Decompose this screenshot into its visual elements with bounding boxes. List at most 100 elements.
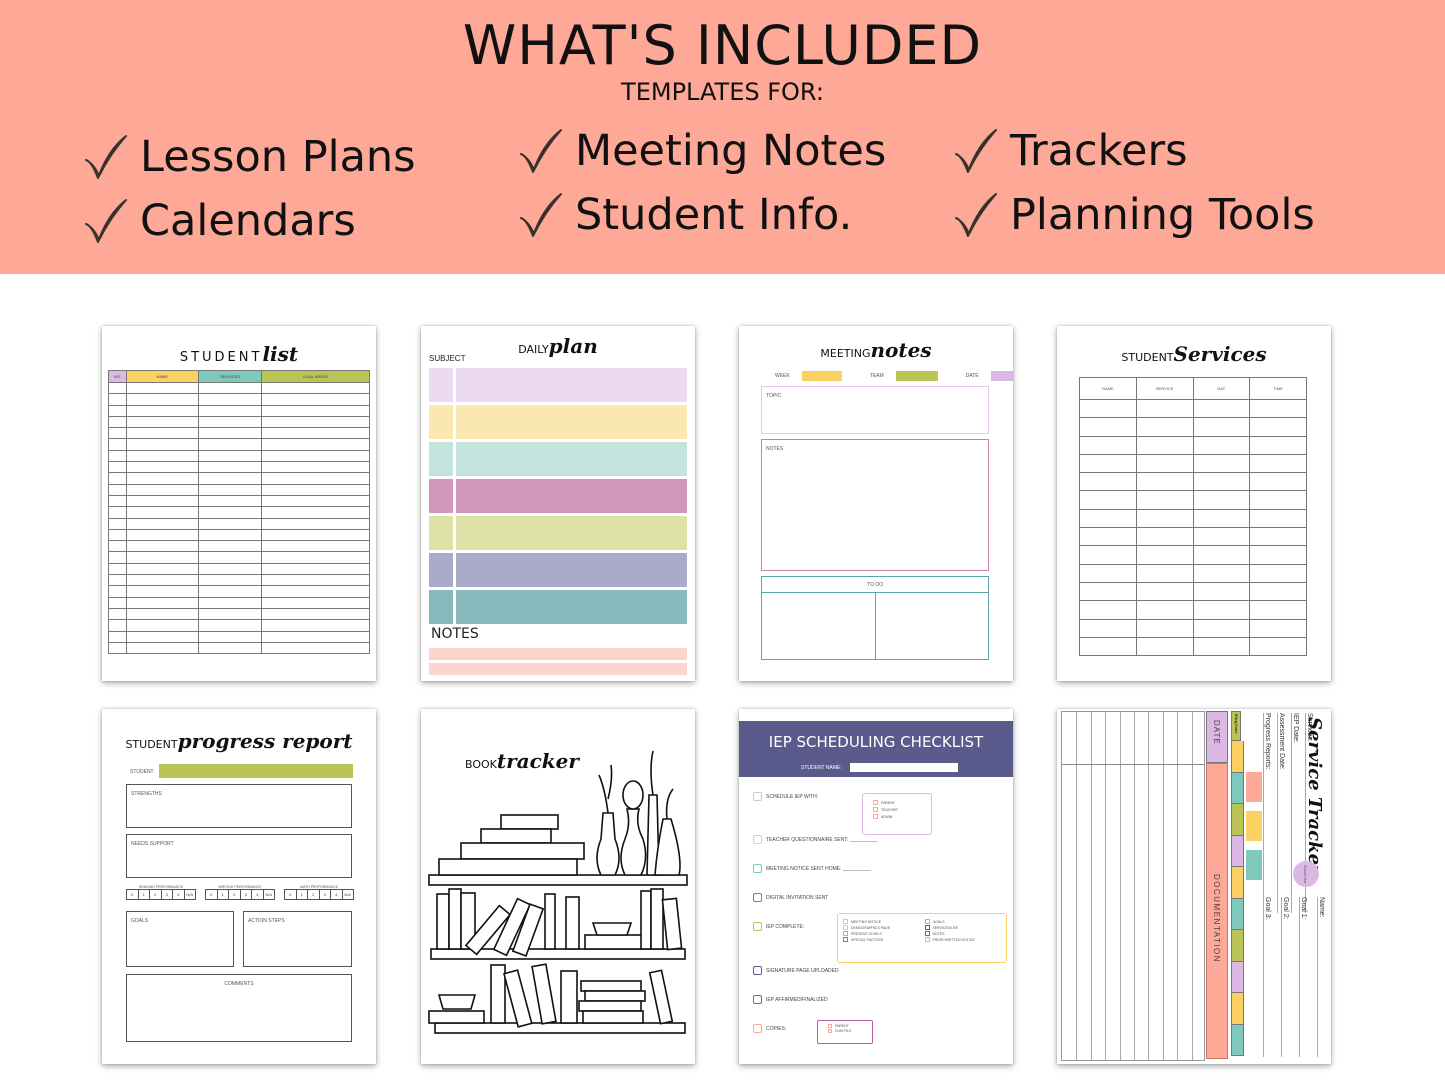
checklist-item: IEP AFFIRMED/FINALIZED [753,995,828,1004]
checkbox [828,1029,832,1033]
book [436,893,450,950]
copy-label: CUM FILE [835,1029,852,1033]
table-cell [261,506,370,519]
table-cell [1249,508,1307,529]
option-label: ADMIN [881,814,893,819]
book [503,969,533,1028]
todo-divider [875,593,876,659]
table-cell [108,641,127,655]
strengths-box: STRENGTHS [126,784,352,828]
feature-item: Student Info. [517,190,852,240]
title-print: DAILY [518,343,549,356]
table-row [108,415,370,429]
subject-cell [429,590,453,624]
checkbox [843,919,848,924]
scale-boxes: 0 1 2 3 4 N/A [205,889,275,900]
copies-box: PARENT CUM FILE [817,1020,873,1044]
iep-complete-box: MEETING NOTICE GOALS DEMOGRAPHICS PAGE SERV… [837,913,1007,963]
strip-cell [1231,867,1244,899]
part-label: DEMOGRAPHICS PAGE [851,925,891,930]
checklist-item: SIGNATURE PAGE UPLOADED [753,966,839,975]
iep-part: DEMOGRAPHICS PAGE [843,925,925,930]
meeting-fields: WEEK TEAM DATE [775,371,1013,381]
scale-option: N/A [183,890,196,899]
table-cell [1135,527,1194,547]
table-row [108,494,370,508]
week-label: WEEK [775,373,790,379]
scale-option: 0 [289,892,292,897]
scale-option: 2 [149,890,161,899]
plan-cell [456,516,687,550]
table-cell [1249,527,1307,547]
part-label: SPECIAL FACTORS [851,937,884,942]
table-cell [125,506,199,519]
table-row [1079,563,1307,583]
action-steps-box: ACTION STEPS [243,911,352,967]
table-cell [1079,398,1137,419]
template-meeting-notes: MEETINGnotes WEEK TEAM DATE TOPIC NOTES … [739,326,1013,681]
checkbox [924,937,930,942]
subject-cell [429,479,453,513]
table-cell [108,381,127,395]
progress-report-swatches [1246,772,1262,889]
book [584,990,646,1002]
student-label: STUDENT [130,769,154,775]
table-cell [108,393,127,406]
table-cell [125,540,199,553]
table-row [1079,636,1307,657]
table-cell [125,472,199,485]
table-cell [197,528,263,542]
table-row [108,517,370,530]
tracker-field: Assessment Date: [1277,713,1285,913]
table-cell [197,449,263,463]
tracker-title: Service Tracker [1304,717,1325,875]
scale-option: N/A [341,890,354,899]
table-cell [261,461,370,474]
notes-box: NOTES [761,439,989,571]
plan-cell [456,405,687,439]
tracker-field: Goal 1: [1299,897,1307,1057]
subject-cell [429,405,453,439]
table-cell [1249,417,1307,437]
report-swatch [1246,811,1262,841]
feature-item: Meeting Notes [517,126,886,176]
table-cell [108,404,127,417]
title-print: STUDENT [179,350,263,365]
table-cell [125,607,199,621]
table-cell [197,551,263,564]
table-cell [1079,472,1137,492]
checkbox [753,966,762,975]
plan-cell [456,368,687,402]
table-row [1079,398,1307,419]
strip-cell [1231,898,1244,930]
checkbox [753,835,762,844]
vase [620,808,647,876]
checkbox [753,893,762,902]
table-cell [1135,417,1194,437]
table-cell [197,630,263,643]
scale-option: 4 [330,890,342,899]
scale-option: 3 [318,890,331,899]
table-cell [1192,472,1251,492]
table-cell [1135,581,1194,602]
todo-box: TO DO [761,576,989,660]
template-daily-plan: DAILYplan SUBJECT NOTES [421,326,695,681]
title-script: progress report [177,729,353,753]
school-year-badge: School Year [1293,861,1319,887]
table-cell [1135,398,1194,419]
checkbox [924,931,930,936]
table-row [108,585,370,598]
comments-box: COMMENTS [126,974,352,1042]
table-cell [197,404,263,417]
schedule-with-list: PARENT TEACHER ADMIN [873,800,931,819]
table-cell [1249,453,1307,474]
table-cell [1079,618,1137,638]
iep-part: PRESENT LEVELS [843,931,925,936]
plant-bulb [622,780,644,810]
checkbox [843,937,848,942]
table-cell [261,517,370,530]
table-cell [197,517,263,530]
feature-label: Trackers [1010,126,1188,176]
book [565,896,580,950]
option-label: PARENT [881,800,895,805]
